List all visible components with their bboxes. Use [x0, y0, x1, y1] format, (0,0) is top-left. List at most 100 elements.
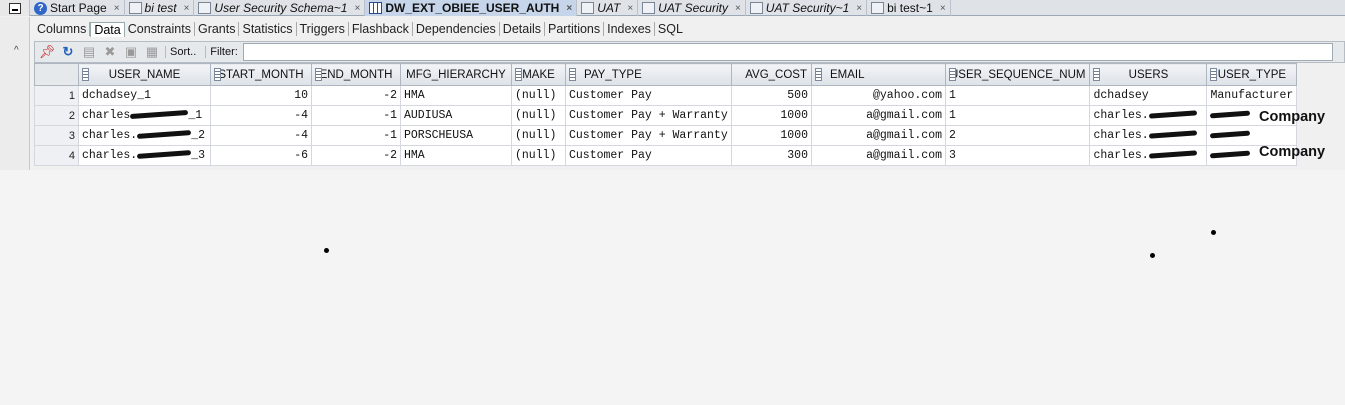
cell-email[interactable]: a@gmail.com [811, 125, 946, 146]
column-type-icon [569, 68, 576, 81]
insert-row-icon[interactable]: ▤ [81, 44, 97, 60]
tab-statistics[interactable]: Statistics [239, 22, 297, 36]
cell-pay-type[interactable]: Customer Pay [565, 145, 732, 166]
sort-button[interactable]: Sort.. [165, 46, 200, 58]
tab-triggers[interactable]: Triggers [297, 22, 349, 36]
column-header-email[interactable]: EMAIL [811, 63, 946, 86]
tab-data[interactable]: Data [90, 21, 125, 37]
minimize-button[interactable] [0, 0, 30, 16]
close-icon[interactable]: × [940, 3, 946, 14]
cell-pay-type[interactable]: Customer Pay + Warranty [565, 105, 732, 126]
cell-start-month[interactable]: -4 [210, 125, 312, 146]
cell-start-month[interactable]: -4 [210, 105, 312, 126]
commit-icon[interactable]: ▣ [123, 44, 139, 60]
cell-mfg-hierarchy[interactable]: HMA [400, 85, 512, 106]
cell-user-name[interactable]: dchadsey_1 [78, 85, 211, 106]
cell-avg-cost[interactable]: 1000 [731, 125, 812, 146]
tab-dw-ext-obiee-user-auth[interactable]: DW_EXT_OBIEE_USER_AUTH × [365, 0, 578, 16]
rollback-icon[interactable]: ▦ [144, 44, 160, 60]
table-row[interactable]: 1 dchadsey_1 10 -2 HMA (null) Customer P… [34, 85, 1298, 106]
tab-partitions[interactable]: Partitions [545, 22, 605, 36]
tab-bi-test-1[interactable]: bi test~1 × [867, 0, 951, 16]
column-header-mfg-hierarchy[interactable]: MFG_HIERARCHY [400, 63, 512, 86]
cell-end-month[interactable]: -2 [311, 85, 401, 106]
cell-email[interactable]: a@gmail.com [811, 145, 946, 166]
tab-uat-security-1[interactable]: UAT Security~1 × [746, 0, 868, 16]
column-header-pay-type[interactable]: PAY_TYPE [565, 63, 732, 86]
close-icon[interactable]: × [627, 3, 633, 14]
tab-constraints[interactable]: Constraints [125, 22, 195, 36]
table-row[interactable]: 4 charles. _3 -6 -2 HMA (null) Customer P… [34, 145, 1298, 166]
cell-pay-type[interactable]: Customer Pay + Warranty [565, 125, 732, 146]
column-header-make[interactable]: MAKE [511, 63, 566, 86]
column-header-avg-cost[interactable]: AVG_COST [731, 63, 812, 86]
close-icon[interactable]: × [114, 3, 120, 14]
close-icon[interactable]: × [354, 3, 360, 14]
cell-mfg-hierarchy[interactable]: HMA [400, 145, 512, 166]
cell-users[interactable]: charles. [1089, 125, 1208, 146]
column-header-end-month[interactable]: END_MONTH [311, 63, 401, 86]
filter-input[interactable] [242, 43, 1333, 61]
tab-indexes[interactable]: Indexes [604, 22, 655, 36]
cell-user-name[interactable]: charles. _3 [78, 145, 211, 166]
cell-user-sequence-num[interactable]: 3 [944, 145, 1091, 166]
close-icon[interactable]: × [184, 3, 190, 14]
cell-user-type[interactable] [1206, 125, 1298, 146]
cell-user-name[interactable]: charles. _2 [78, 125, 211, 146]
cell-start-month[interactable]: -6 [210, 145, 312, 166]
tab-flashback[interactable]: Flashback [349, 22, 413, 36]
cell-users[interactable]: charles. [1089, 105, 1208, 126]
tab-sql[interactable]: SQL [655, 22, 686, 36]
freeze-view-pin-icon[interactable]: 📌︎ [39, 44, 56, 60]
cell-user-sequence-num[interactable]: 2 [944, 125, 1091, 146]
cell-avg-cost[interactable]: 1000 [731, 105, 812, 126]
tab-columns[interactable]: Columns [34, 22, 91, 36]
cell-user-name[interactable]: charles _1 [78, 105, 211, 126]
cell-users[interactable]: charles. [1089, 145, 1208, 166]
column-header-user-sequence-num[interactable]: USER_SEQUENCE_NUM [944, 63, 1091, 86]
tab-uat[interactable]: UAT × [577, 0, 639, 16]
cell-user-sequence-num[interactable]: 1 [944, 85, 1091, 106]
cell-end-month[interactable]: -2 [311, 145, 401, 166]
cell-email[interactable]: @yahoo.com [811, 85, 946, 106]
tab-details[interactable]: Details [500, 22, 546, 36]
tab-user-security-schema[interactable]: User Security Schema~1 × [194, 0, 366, 16]
refresh-icon[interactable]: ↻ [60, 44, 76, 60]
table-row[interactable]: 3 charles. _2 -4 -1 PORSCHEUSA (null) Cus… [34, 125, 1298, 146]
cell-mfg-hierarchy[interactable]: PORSCHEUSA [400, 125, 512, 146]
data-toolbar: 📌︎ ↻ ▤ ✖ ▣ ▦ Sort.. Filter: [34, 41, 1345, 63]
tab-uat-security[interactable]: UAT Security × [638, 0, 746, 16]
tab-grants[interactable]: Grants [195, 22, 240, 36]
tab-bi-test[interactable]: bi test × [125, 0, 195, 16]
table-grid-icon [369, 2, 383, 14]
delete-row-icon[interactable]: ✖ [102, 44, 118, 60]
cell-make[interactable]: (null) [511, 85, 566, 106]
column-header-users[interactable]: USERS [1089, 63, 1208, 86]
scroll-up-icon[interactable]: ^ [14, 45, 19, 56]
cell-email[interactable]: a@gmail.com [811, 105, 946, 126]
tab-dependencies[interactable]: Dependencies [413, 22, 500, 36]
column-header-start-month[interactable]: START_MONTH [210, 63, 312, 86]
cell-make[interactable]: (null) [511, 125, 566, 146]
cell-end-month[interactable]: -1 [311, 105, 401, 126]
close-icon[interactable]: × [735, 3, 741, 14]
cell-user-sequence-num[interactable]: 1 [944, 105, 1091, 126]
close-icon[interactable]: × [856, 3, 862, 14]
cell-start-month[interactable]: 10 [210, 85, 312, 106]
cell-make[interactable]: (null) [511, 105, 566, 126]
close-icon[interactable]: × [566, 3, 572, 14]
redaction-mark [1210, 111, 1251, 119]
cell-users[interactable]: dchadsey [1089, 85, 1208, 106]
cell-make[interactable]: (null) [511, 145, 566, 166]
column-header-user-type[interactable]: USER_TYPE [1206, 63, 1298, 86]
cell-user-type[interactable]: Manufacturer [1206, 85, 1298, 106]
cell-avg-cost[interactable]: 500 [731, 85, 812, 106]
table-row[interactable]: 2 charles _1 -4 -1 AUDIUSA (null) Custome… [34, 105, 1298, 126]
cell-pay-type[interactable]: Customer Pay [565, 85, 732, 106]
tab-start-page[interactable]: ? Start Page × [30, 0, 125, 16]
sql-icon [642, 2, 656, 14]
column-header-user-name[interactable]: USER_NAME [78, 63, 211, 86]
cell-end-month[interactable]: -1 [311, 125, 401, 146]
cell-avg-cost[interactable]: 300 [731, 145, 812, 166]
cell-mfg-hierarchy[interactable]: AUDIUSA [400, 105, 512, 126]
